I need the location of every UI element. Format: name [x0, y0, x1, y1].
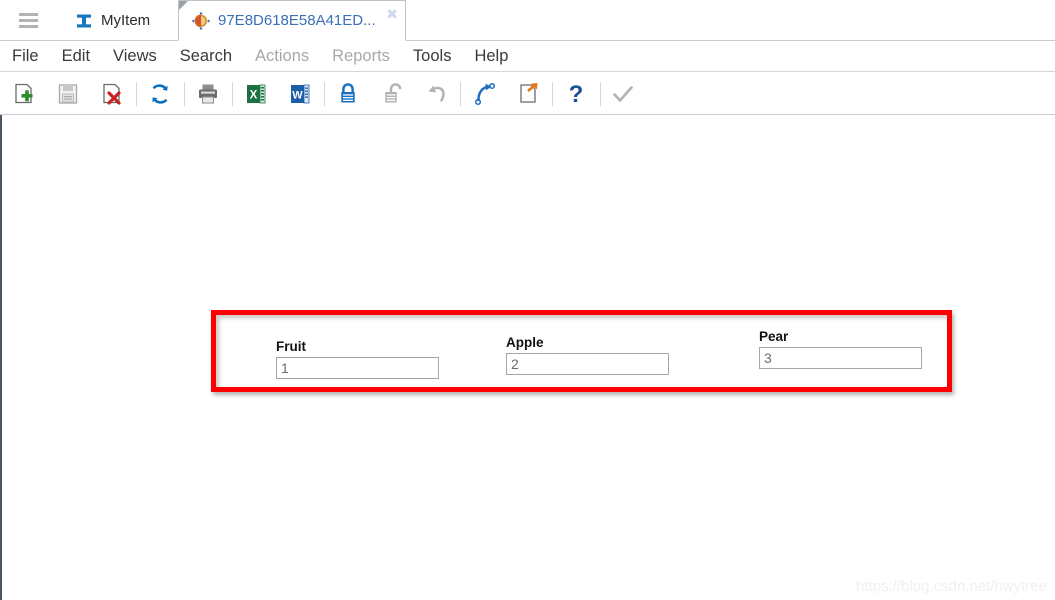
toolbar-separator [600, 82, 601, 106]
toolbar-separator [324, 82, 325, 106]
print-icon[interactable] [194, 80, 222, 108]
new-icon[interactable] [10, 80, 38, 108]
tab-corner-marker [179, 1, 188, 10]
field-apple-input[interactable] [506, 353, 669, 375]
field-fruit-input[interactable] [276, 357, 439, 379]
field-fruit: Fruit [276, 339, 439, 379]
field-pear: Pear [759, 329, 922, 369]
toolbar: X W ? [0, 72, 1055, 115]
excel-export-icon[interactable]: X [242, 80, 270, 108]
confirm-check-icon [609, 80, 637, 108]
menu-item-tools[interactable]: Tools [413, 47, 452, 66]
save-icon [54, 80, 82, 108]
lock-icon[interactable] [334, 80, 362, 108]
toolbar-separator [232, 82, 233, 106]
menu-item-edit[interactable]: Edit [62, 47, 90, 66]
highlight-annotation-box: Fruit Apple Pear [211, 310, 952, 392]
tab-myitem[interactable]: MyItem [60, 0, 178, 41]
menu-item-file[interactable]: File [12, 47, 39, 66]
tab-document-label: 97E8D618E58A41ED... [218, 12, 376, 29]
svg-text:W: W [292, 90, 303, 102]
hamburger-menu-icon[interactable] [19, 13, 38, 28]
menu-item-actions: Actions [255, 46, 310, 65]
toolbar-separator [552, 82, 553, 106]
undo-icon [423, 80, 451, 108]
svg-text:?: ? [569, 81, 584, 107]
tab-myitem-label: MyItem [101, 12, 151, 29]
form-panel: Fruit Apple Pear [216, 315, 947, 387]
document-content-area: Fruit Apple Pear https://blog.csdn.net/h… [0, 115, 1055, 600]
word-export-icon[interactable]: W [286, 80, 314, 108]
menu-item-help[interactable]: Help [474, 47, 508, 66]
toolbar-separator [136, 82, 137, 106]
field-pear-input[interactable] [759, 347, 922, 369]
field-apple: Apple [506, 335, 669, 375]
ibeam-blue-icon [74, 11, 94, 31]
svg-text:X: X [250, 90, 258, 102]
delete-icon[interactable] [98, 80, 126, 108]
menu-item-search[interactable]: Search [180, 47, 232, 66]
hamburger-bar [19, 13, 38, 16]
unlock-icon [378, 80, 406, 108]
refresh-icon[interactable] [146, 80, 174, 108]
copy-move-icon[interactable] [514, 80, 542, 108]
hamburger-bar [19, 25, 38, 28]
toolbar-separator [460, 82, 461, 106]
watermark-text: https://blog.csdn.net/hwytree [856, 578, 1047, 595]
menu-item-views[interactable]: Views [113, 47, 157, 66]
tab-bar: MyItem 97E8D618E58A41ED... ✖ [0, 0, 1055, 41]
field-apple-label: Apple [506, 335, 544, 350]
field-fruit-label: Fruit [276, 339, 306, 354]
toolbar-separator [184, 82, 185, 106]
help-icon[interactable]: ? [562, 80, 590, 108]
orange-sphere-node-icon [191, 11, 211, 31]
menu-bar: File Edit Views Search Actions Reports T… [0, 41, 1055, 72]
close-icon[interactable]: ✖ [386, 7, 398, 21]
hamburger-bar [19, 19, 38, 22]
tab-document-active[interactable]: 97E8D618E58A41ED... ✖ [178, 0, 406, 41]
field-pear-label: Pear [759, 329, 789, 344]
workflow-icon[interactable] [470, 80, 498, 108]
menu-item-reports: Reports [332, 46, 390, 65]
